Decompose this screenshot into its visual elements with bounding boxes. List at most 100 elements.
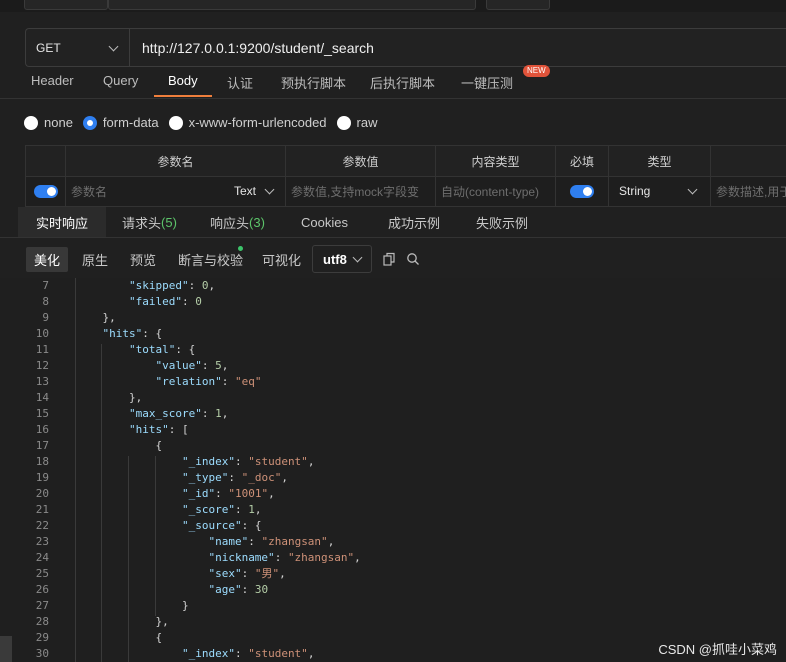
params-table: 参数名 参数值 内容类型 必填 类型 参数名 Text 参数值,支持mock字段…: [25, 145, 786, 207]
method-select[interactable]: GET: [26, 29, 130, 66]
count-badge: (5): [161, 214, 177, 230]
radio-label: raw: [356, 115, 378, 130]
top-strip: [0, 0, 786, 12]
line-number: 17: [35, 439, 49, 452]
line-number: 29: [35, 631, 49, 644]
line-number: 19: [35, 471, 49, 484]
line-number: 12: [35, 359, 49, 372]
search-icon[interactable]: [406, 252, 420, 266]
line-number: 16: [35, 423, 49, 436]
line-number: 7: [42, 279, 49, 292]
tab-label: 响应头: [210, 215, 250, 231]
table-row: 参数名 Text 参数值,支持mock字段变 自动(content-type) …: [26, 176, 786, 206]
line-number: 24: [35, 551, 49, 564]
tab-post-script[interactable]: 后执行脚本: [370, 73, 435, 92]
radio-form-data[interactable]: form-data: [82, 115, 159, 130]
url-input[interactable]: http://127.0.0.1:9200/student/_search: [130, 40, 374, 56]
radio-label: none: [44, 115, 73, 130]
chevron-down-icon: [352, 252, 363, 263]
param-name-cell: 参数名 Text: [66, 176, 286, 206]
tab-cookies[interactable]: Cookies: [301, 207, 348, 237]
chevron-down-icon: [687, 184, 698, 195]
line-number: 15: [35, 407, 49, 420]
top-field[interactable]: [24, 0, 108, 10]
url-bar: GET http://127.0.0.1:9200/student/_searc…: [25, 28, 786, 67]
header-content-type: 内容类型: [436, 146, 556, 176]
view-preview-button[interactable]: 预览: [130, 250, 156, 269]
line-number: 18: [35, 455, 49, 468]
encoding-select[interactable]: utf8: [312, 245, 372, 273]
line-number: 11: [35, 343, 49, 356]
required-toggle[interactable]: [556, 176, 609, 206]
content-type-input[interactable]: 自动(content-type): [436, 176, 556, 206]
header-description: [711, 146, 786, 176]
chevron-down-icon: [108, 41, 119, 51]
new-badge: NEW: [523, 65, 550, 77]
tab-pre-script[interactable]: 预执行脚本: [281, 73, 346, 92]
view-visual-button[interactable]: 可视化: [262, 250, 301, 269]
line-number: 14: [35, 391, 49, 404]
tab-auth[interactable]: 认证: [227, 73, 253, 92]
copy-icon[interactable]: [382, 252, 396, 266]
tab-query[interactable]: Query: [103, 73, 138, 88]
radio-urlencoded[interactable]: x-www-form-urlencoded: [168, 115, 327, 130]
method-label: GET: [36, 40, 61, 55]
tab-request-headers[interactable]: 请求头 (5): [122, 207, 177, 237]
line-number: 27: [35, 599, 49, 612]
header-enable-col: [26, 146, 66, 176]
type-label: String: [619, 184, 651, 198]
chevron-down-icon: [264, 184, 275, 195]
line-number: 9: [42, 311, 49, 324]
radio-label: form-data: [102, 115, 159, 130]
view-pretty-button[interactable]: 美化: [26, 247, 69, 272]
radio-checked-icon: [82, 115, 97, 130]
encoding-label: utf8: [323, 251, 347, 267]
line-number: 25: [35, 567, 49, 580]
line-number: 26: [35, 583, 49, 596]
line-number: 23: [35, 535, 49, 548]
header-type: 类型: [609, 146, 711, 176]
toggle-on-icon: [33, 184, 58, 198]
radio-icon: [24, 115, 38, 130]
top-button[interactable]: [486, 0, 550, 10]
toggle-on-icon: [570, 184, 594, 198]
tab-success-example[interactable]: 成功示例: [388, 207, 440, 237]
line-number: 8: [42, 295, 49, 308]
param-value-input[interactable]: 参数值,支持mock字段变: [286, 176, 436, 206]
enable-toggle[interactable]: [26, 176, 66, 206]
watermark: CSDN @抓哇小菜鸡: [658, 642, 777, 657]
radio-icon: [168, 115, 183, 130]
tab-load-test[interactable]: 一键压测: [461, 73, 513, 92]
header-param-value: 参数值: [286, 146, 436, 176]
description-input[interactable]: 参数描述,用于: [711, 176, 786, 206]
status-dot: [238, 246, 243, 251]
type-select[interactable]: String: [609, 176, 711, 206]
top-name-field[interactable]: [108, 0, 476, 10]
tab-header[interactable]: Header: [31, 73, 74, 88]
body-type-group: none form-data x-www-form-urlencoded raw: [24, 115, 388, 130]
line-number: 30: [35, 647, 49, 660]
param-name-input[interactable]: 参数名: [71, 183, 107, 200]
tab-response-headers[interactable]: 响应头 (3): [210, 207, 265, 237]
response-tabs: 实时响应 请求头 (5) 响应头 (3) Cookies 成功示例 失败示例: [0, 207, 786, 238]
tab-label: 请求头: [122, 215, 162, 231]
line-number: 13: [35, 375, 49, 388]
table-header-row: 参数名 参数值 内容类型 必填 类型: [26, 146, 786, 177]
radio-none[interactable]: none: [24, 115, 73, 130]
header-required: 必填: [556, 146, 609, 176]
radio-raw[interactable]: raw: [336, 115, 378, 130]
param-type-label: Text: [233, 184, 256, 198]
param-type-select[interactable]: Text: [233, 184, 275, 198]
tab-failure-example[interactable]: 失败示例: [476, 207, 528, 237]
radio-label: x-www-form-urlencoded: [188, 115, 327, 130]
view-assert-button[interactable]: 断言与校验: [178, 250, 243, 269]
response-code-viewer[interactable]: 7 "skipped": 0, 8 "failed": 0 9 }, 10 "h…: [0, 278, 786, 662]
line-number: 20: [35, 487, 49, 500]
view-raw-button[interactable]: 原生: [82, 250, 108, 269]
line-number: 22: [35, 519, 49, 532]
request-tabs: Header Query Body 认证 预执行脚本 后执行脚本 一键压测: [0, 66, 786, 99]
tab-realtime-response[interactable]: 实时响应: [18, 207, 107, 237]
radio-icon: [336, 115, 351, 130]
tab-body[interactable]: Body: [154, 73, 212, 97]
scrollbar[interactable]: [0, 636, 12, 662]
